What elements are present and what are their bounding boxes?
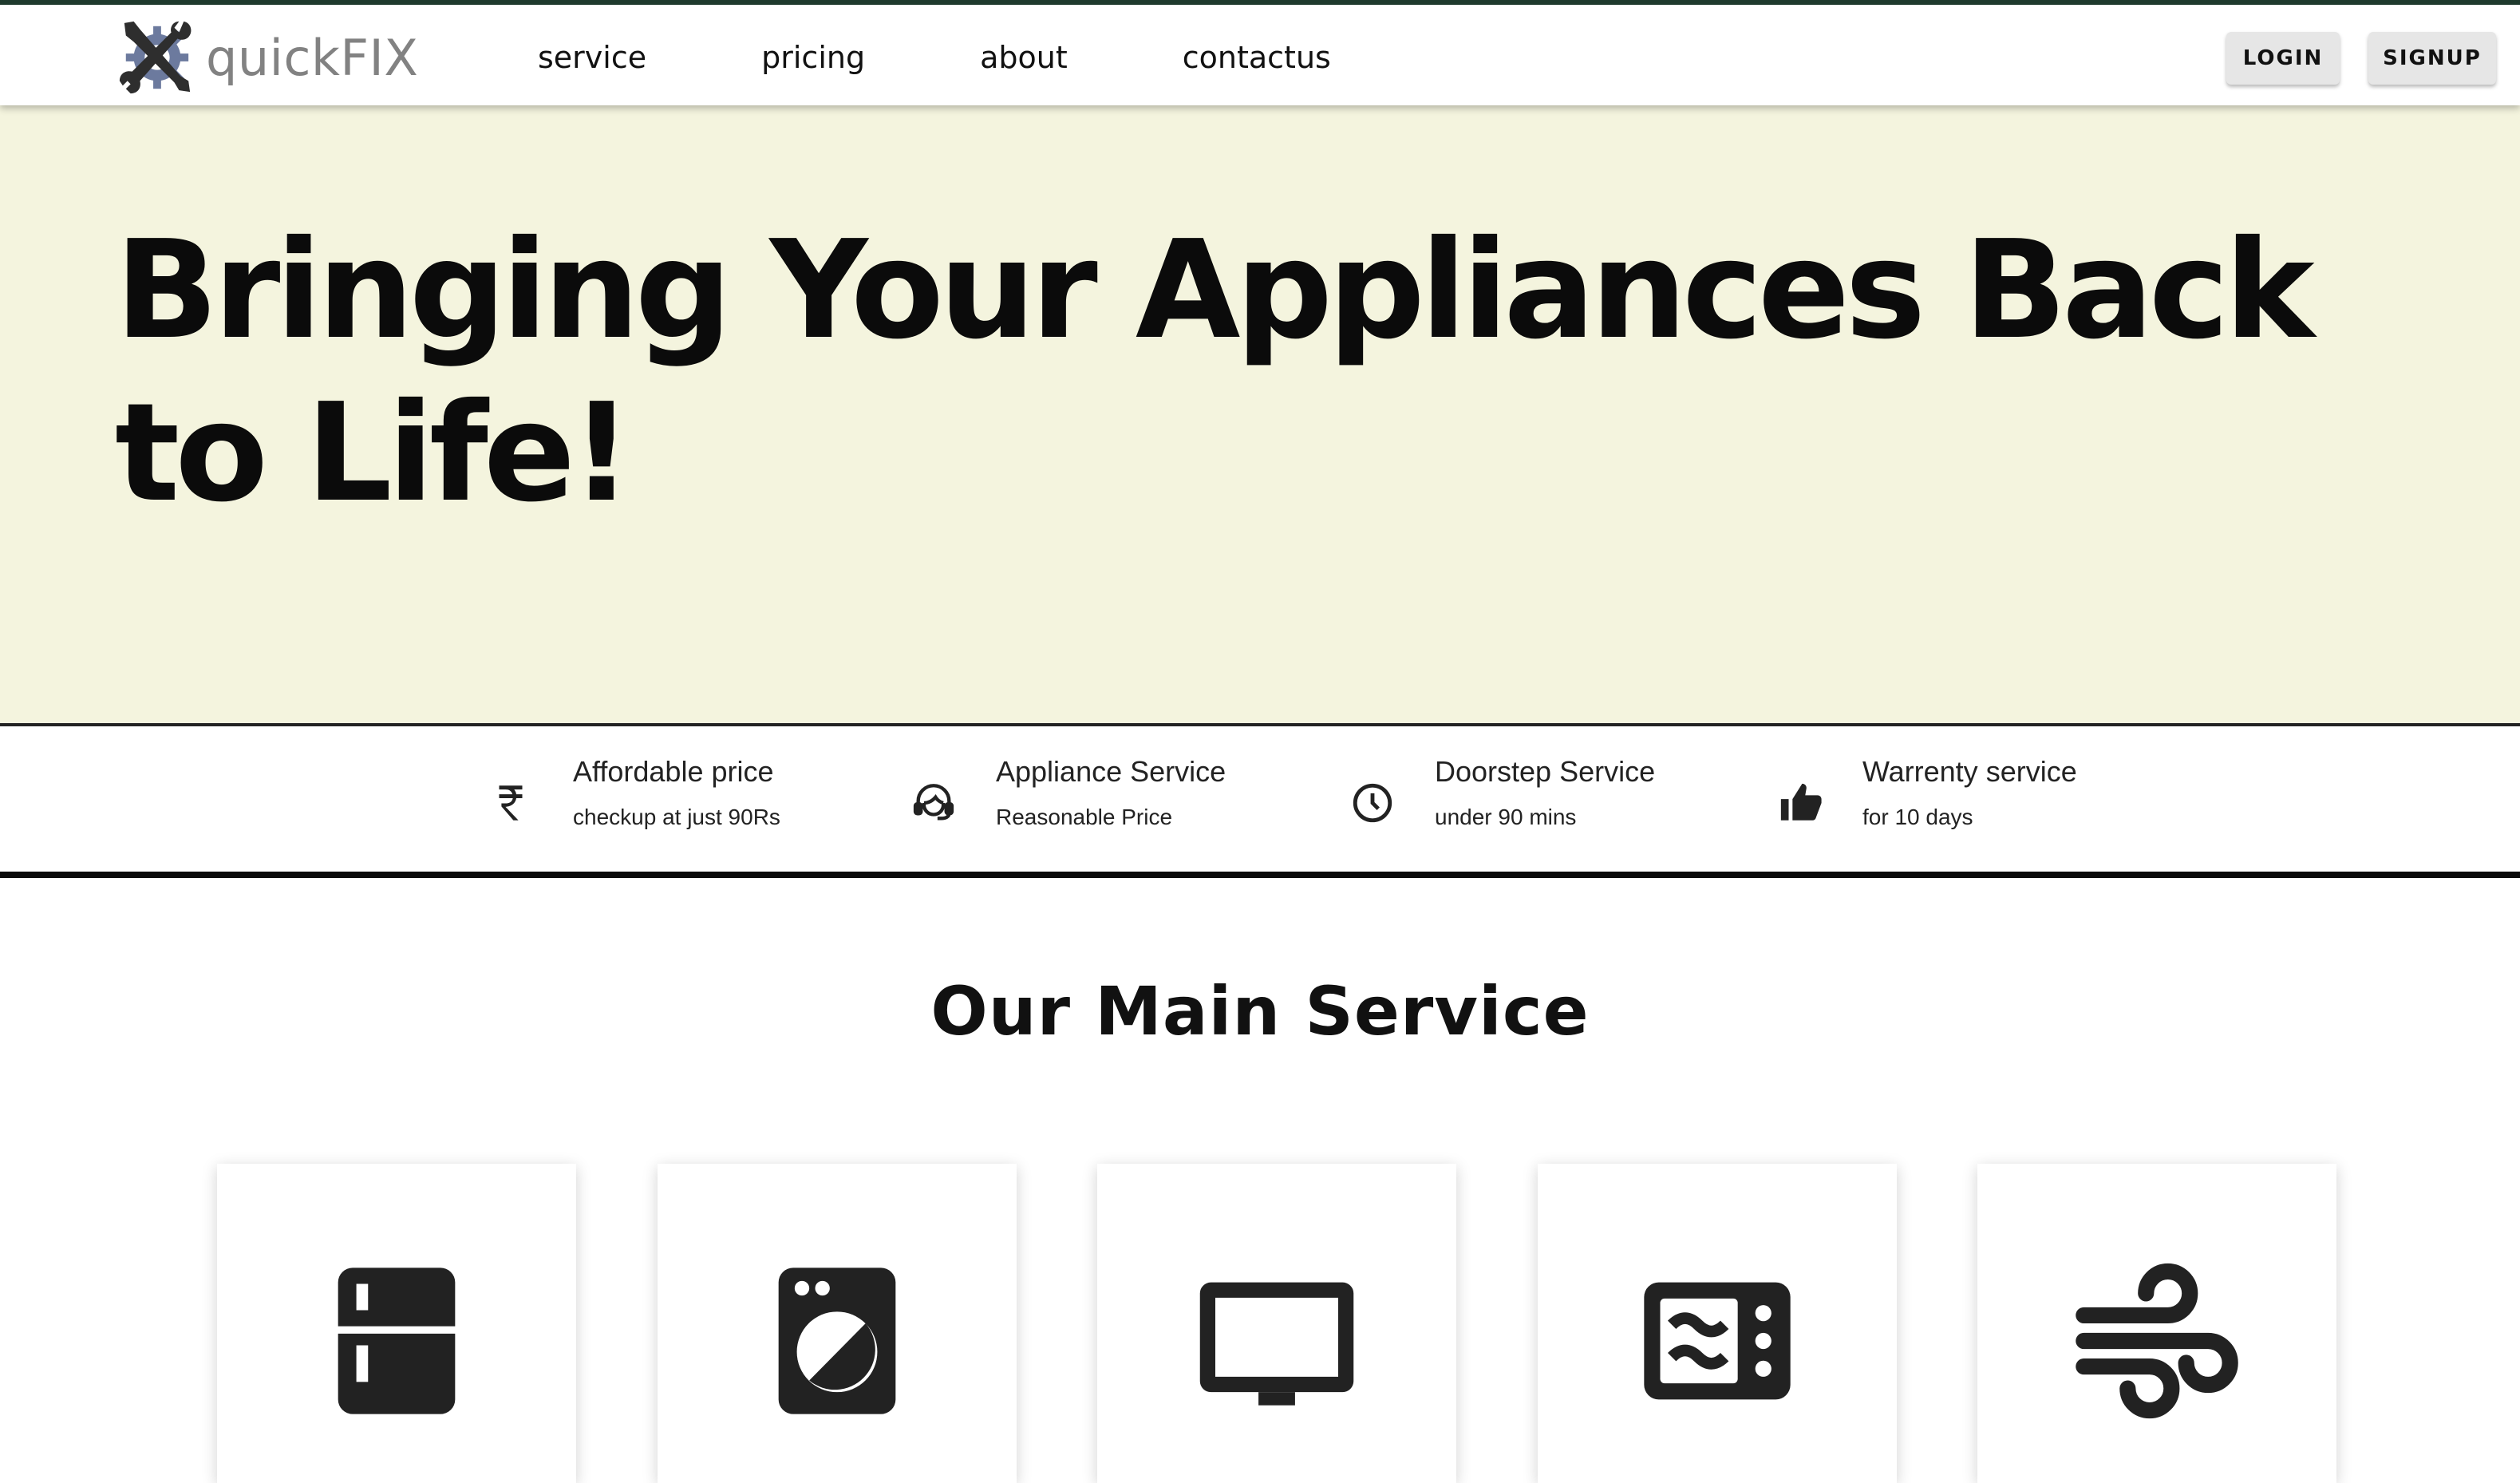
nav-link-pricing[interactable]: pricing: [761, 37, 865, 78]
navbar: quickFIX service pricing about contactus…: [0, 0, 2520, 105]
signup-button[interactable]: SIGNUP: [2368, 32, 2496, 85]
feature-subtitle: checkup at just 90Rs: [573, 805, 780, 829]
service-card-air-conditioner[interactable]: [1977, 1164, 2336, 1483]
service-card-television[interactable]: [1097, 1164, 1456, 1483]
brand-logo[interactable]: quickFIX: [117, 16, 418, 99]
feature-title: Doorstep Service: [1435, 755, 1656, 788]
brand-name: quickFIX: [206, 28, 419, 87]
feature-subtitle: under 90 mins: [1435, 805, 1577, 829]
nav-link-contactus[interactable]: contactus: [1183, 37, 1331, 78]
hero-section: Bringing Your Appliances Back to Life!: [0, 105, 2520, 726]
washing-machine-icon: [778, 1267, 896, 1414]
air-conditioner-icon: [2076, 1263, 2238, 1419]
rupee-icon: [487, 779, 535, 827]
feature-title: Appliance Service: [996, 755, 1226, 788]
clock-icon: [1349, 779, 1396, 827]
section-title-main-service: Our Main Service: [930, 972, 1590, 1050]
thumbs-up-icon: [1776, 779, 1824, 827]
main-nav: service pricing about contactus: [538, 37, 1446, 78]
wrench-gear-icon: [119, 21, 192, 94]
service-card-microwave[interactable]: [1538, 1164, 1897, 1483]
service-card-washing-machine[interactable]: [658, 1164, 1017, 1483]
feature-subtitle: for 10 days: [1862, 805, 1973, 829]
feature-subtitle: Reasonable Price: [996, 805, 1173, 829]
refrigerator-icon: [338, 1267, 456, 1414]
television-icon: [1199, 1282, 1354, 1406]
nav-link-service[interactable]: service: [538, 37, 646, 78]
feature-title: Warrenty service: [1862, 755, 2077, 788]
login-button[interactable]: LOGIN: [2226, 32, 2340, 85]
feature-title: Affordable price: [573, 755, 774, 788]
nav-link-about[interactable]: about: [980, 37, 1068, 78]
headset-agent-icon: [910, 779, 958, 827]
service-card-refrigerator[interactable]: [217, 1164, 576, 1483]
features-strip: Affordable price checkup at just 90Rs Ap…: [0, 726, 2520, 878]
microwave-icon: [1644, 1282, 1791, 1400]
hero-title: Bringing Your Appliances Back to Life!: [115, 212, 2315, 532]
